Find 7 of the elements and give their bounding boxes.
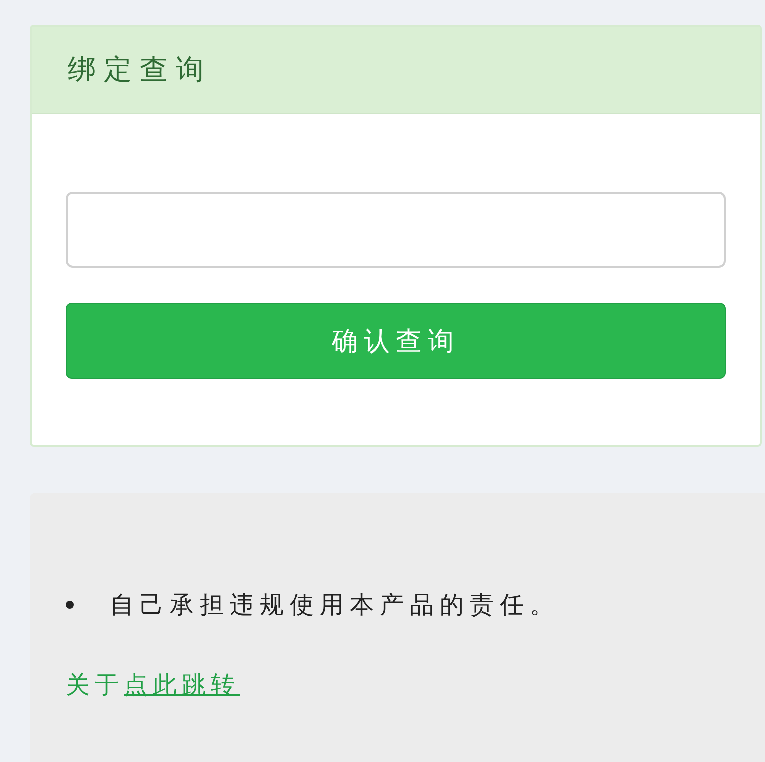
jump-link[interactable]: 点此跳转 [124, 669, 240, 701]
notice-text: 自己承担违规使用本产品的责任。 [110, 590, 560, 621]
confirm-button[interactable]: 确认查询 [66, 303, 726, 379]
input-field[interactable] [66, 192, 726, 268]
about-label: 关于 [66, 670, 124, 701]
card-title: 绑定查询 [68, 52, 212, 88]
bullet-icon [66, 601, 74, 609]
